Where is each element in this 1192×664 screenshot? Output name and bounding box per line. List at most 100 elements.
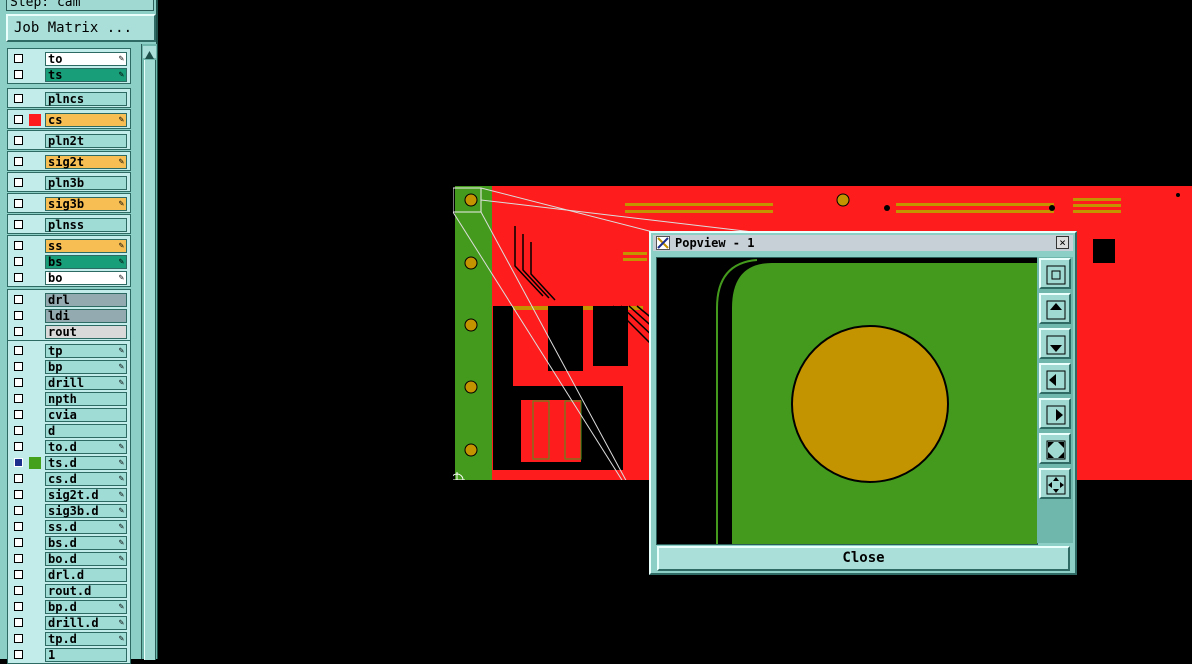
layer-checkbox[interactable]: [14, 570, 23, 579]
layer-name[interactable]: ts ✎: [45, 68, 127, 82]
layer-row[interactable]: rout: [8, 324, 130, 340]
layer-checkbox[interactable]: [14, 586, 23, 595]
zoom-fit-button[interactable]: [1039, 258, 1071, 289]
layer-row[interactable]: drl.d: [8, 567, 130, 583]
layer-row[interactable]: pln3b: [8, 175, 130, 191]
layer-checkbox[interactable]: [14, 178, 23, 187]
layer-checkbox[interactable]: [14, 554, 23, 563]
layer-row[interactable]: ldi: [8, 308, 130, 324]
layer-name[interactable]: plncs: [45, 92, 127, 106]
layer-checkbox[interactable]: [14, 346, 23, 355]
layer-name[interactable]: d: [45, 424, 127, 438]
layer-checkbox[interactable]: [14, 442, 23, 451]
layer-name[interactable]: drl.d: [45, 568, 127, 582]
layer-checkbox[interactable]: [14, 426, 23, 435]
layer-row[interactable]: sig3b ✎: [8, 196, 130, 212]
layer-name[interactable]: sig3b ✎: [45, 197, 127, 211]
scroll-up-arrow-icon[interactable]: [143, 46, 156, 59]
layer-row[interactable]: tp.d ✎: [8, 631, 130, 647]
layer-name[interactable]: drl: [45, 293, 127, 307]
layer-checkbox[interactable]: [14, 458, 23, 467]
layer-row[interactable]: drl: [8, 292, 130, 308]
layer-row[interactable]: sig2t ✎: [8, 154, 130, 170]
layer-checkbox[interactable]: [14, 410, 23, 419]
layer-name[interactable]: ss.d ✎: [45, 520, 127, 534]
layer-name[interactable]: pln2t: [45, 134, 127, 148]
layer-row[interactable]: ss.d ✎: [8, 519, 130, 535]
layer-checkbox[interactable]: [14, 257, 23, 266]
layer-name[interactable]: sig2t ✎: [45, 155, 127, 169]
layer-name[interactable]: ts.d ✎: [45, 456, 127, 470]
close-window-icon[interactable]: ×: [1056, 236, 1069, 249]
layer-row[interactable]: cs.d ✎: [8, 471, 130, 487]
layer-checkbox[interactable]: [14, 157, 23, 166]
layer-row[interactable]: drill.d ✎: [8, 615, 130, 631]
layer-checkbox[interactable]: [14, 538, 23, 547]
layer-row[interactable]: pln2t: [8, 133, 130, 149]
zoom-in-button[interactable]: [1039, 433, 1071, 464]
layer-row[interactable]: plnss: [8, 217, 130, 233]
layer-checkbox[interactable]: [14, 241, 23, 250]
layer-name[interactable]: tp ✎: [45, 344, 127, 358]
layer-name[interactable]: bs.d ✎: [45, 536, 127, 550]
close-button[interactable]: Close: [657, 546, 1070, 571]
layer-name[interactable]: rout: [45, 325, 127, 339]
layer-name[interactable]: sig3b.d ✎: [45, 504, 127, 518]
layer-name[interactable]: rout.d: [45, 584, 127, 598]
layer-row[interactable]: bs.d ✎: [8, 535, 130, 551]
layer-checkbox[interactable]: [14, 506, 23, 515]
layer-checkbox[interactable]: [14, 634, 23, 643]
layer-name[interactable]: 1: [45, 648, 127, 662]
layer-name[interactable]: drill.d ✎: [45, 616, 127, 630]
layer-checkbox[interactable]: [14, 136, 23, 145]
layer-name[interactable]: to.d ✎: [45, 440, 127, 454]
layer-row[interactable]: bs ✎: [8, 254, 130, 270]
layer-row[interactable]: d: [8, 423, 130, 439]
job-matrix-button[interactable]: Job Matrix ...: [6, 14, 156, 42]
layer-name[interactable]: ldi: [45, 309, 127, 323]
layer-checkbox[interactable]: [14, 474, 23, 483]
layer-row[interactable]: bo ✎: [8, 270, 130, 286]
layer-checkbox[interactable]: [14, 199, 23, 208]
layer-name[interactable]: ss ✎: [45, 239, 127, 253]
layer-row[interactable]: ts.d ✎: [8, 455, 130, 471]
layer-checkbox[interactable]: [14, 70, 23, 79]
layer-checkbox[interactable]: [14, 602, 23, 611]
layer-row[interactable]: ss ✎: [8, 238, 130, 254]
layer-row[interactable]: bo.d ✎: [8, 551, 130, 567]
layer-name[interactable]: plnss: [45, 218, 127, 232]
scroll-thumb[interactable]: [144, 60, 156, 660]
layer-checkbox[interactable]: [14, 273, 23, 282]
layer-row[interactable]: to ✎: [8, 51, 130, 67]
popview-titlebar[interactable]: Popview - 1 ×: [653, 235, 1073, 251]
layer-row[interactable]: tp ✎: [8, 343, 130, 359]
zoom-out-button[interactable]: [1039, 468, 1071, 499]
layer-row[interactable]: drill ✎: [8, 375, 130, 391]
layer-checkbox[interactable]: [14, 394, 23, 403]
layer-row[interactable]: ts ✎: [8, 67, 130, 83]
popview-canvas[interactable]: [656, 257, 1038, 545]
pan-right-button[interactable]: [1039, 398, 1071, 429]
layer-name[interactable]: npth: [45, 392, 127, 406]
layer-name[interactable]: pln3b: [45, 176, 127, 190]
layer-checkbox[interactable]: [14, 362, 23, 371]
layer-checkbox[interactable]: [14, 94, 23, 103]
pan-up-button[interactable]: [1039, 293, 1071, 324]
layer-name[interactable]: bp ✎: [45, 360, 127, 374]
layer-name[interactable]: to ✎: [45, 52, 127, 66]
layer-checkbox[interactable]: [14, 220, 23, 229]
layer-checkbox[interactable]: [14, 115, 23, 124]
layer-checkbox[interactable]: [14, 618, 23, 627]
layer-name[interactable]: cs.d ✎: [45, 472, 127, 486]
layer-checkbox[interactable]: [14, 522, 23, 531]
layer-row[interactable]: sig3b.d ✎: [8, 503, 130, 519]
layer-checkbox[interactable]: [14, 650, 23, 659]
layer-row[interactable]: to.d ✎: [8, 439, 130, 455]
layer-checkbox[interactable]: [14, 378, 23, 387]
layer-checkbox[interactable]: [14, 295, 23, 304]
pan-left-button[interactable]: [1039, 363, 1071, 394]
layer-checkbox[interactable]: [14, 311, 23, 320]
layer-row[interactable]: plncs: [8, 91, 130, 107]
layer-name[interactable]: bo.d ✎: [45, 552, 127, 566]
layer-name[interactable]: tp.d ✎: [45, 632, 127, 646]
